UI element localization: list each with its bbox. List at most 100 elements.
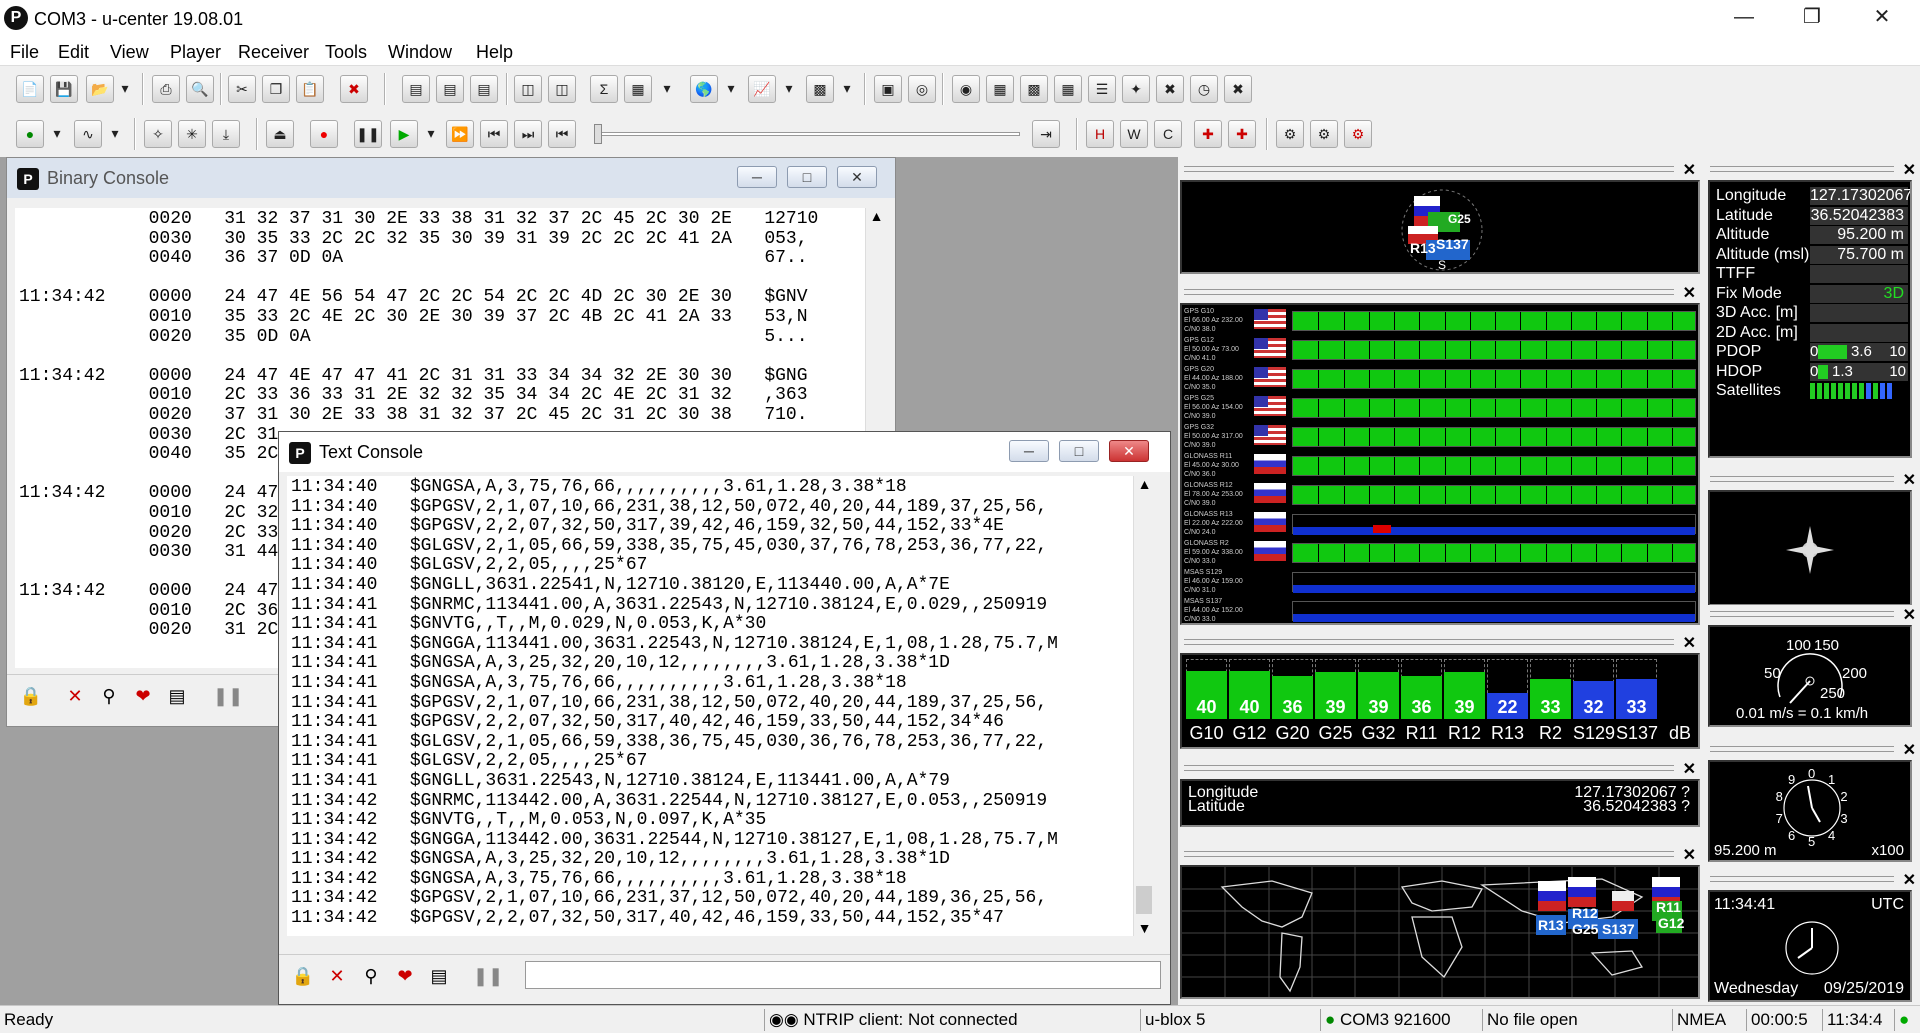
baudrate-dropdown-icon[interactable]: ▾	[106, 120, 124, 148]
fast-forward-icon[interactable]: ⏩	[446, 120, 474, 148]
copy-icon[interactable]: ❐	[262, 75, 290, 103]
settings-gear2-icon[interactable]: ⚙	[1310, 120, 1338, 148]
open-folder-icon[interactable]: 📂	[86, 75, 114, 103]
lock-icon[interactable]: 🔒	[17, 683, 45, 709]
settings-gear-icon[interactable]: ⚙	[1276, 120, 1304, 148]
position-close-icon[interactable]: ✕	[1683, 759, 1696, 779]
tile-icon[interactable]: ◫	[548, 75, 576, 103]
view-table-icon[interactable]: ☰	[1088, 75, 1116, 103]
step-back-icon[interactable]: ⏮	[480, 120, 508, 148]
world-map[interactable]: R13 G25 S137 R12 R11 G12	[1180, 865, 1700, 999]
table-icon[interactable]: ▦	[624, 75, 652, 103]
grid-remove-icon[interactable]: ✚	[1228, 120, 1256, 148]
world-map-close-icon[interactable]: ✕	[1683, 845, 1696, 865]
cascade-icon[interactable]: ◫	[514, 75, 542, 103]
sky-view[interactable]: R13 S137 G25 S	[1180, 180, 1700, 274]
open-dropdown-icon[interactable]: ▾	[116, 75, 134, 103]
table-dropdown-icon[interactable]: ▾	[658, 75, 676, 103]
status-port[interactable]: ● COM3 921600	[1320, 1009, 1480, 1031]
playback-slider-thumb[interactable]	[594, 124, 602, 144]
paste-icon[interactable]: 📋	[296, 75, 324, 103]
connection-icon[interactable]: ●	[16, 120, 44, 148]
view-sky-icon[interactable]: ◉	[952, 75, 980, 103]
text-filter-icon[interactable]: ⚲	[357, 963, 385, 989]
hot-start-icon[interactable]: H	[1086, 120, 1114, 148]
pause-icon[interactable]: ❚❚	[354, 120, 382, 148]
download-icon[interactable]: ⤓	[212, 120, 240, 148]
data-view-close-icon[interactable]: ✕	[1903, 160, 1916, 180]
speed-close-icon[interactable]: ✕	[1903, 605, 1916, 625]
text-console-input[interactable]	[525, 961, 1161, 989]
compass-close-icon[interactable]: ✕	[1903, 470, 1916, 490]
export-icon[interactable]: ▤	[402, 75, 430, 103]
heart-icon[interactable]: ❤	[129, 683, 157, 709]
clear-icon[interactable]: ✖	[340, 75, 368, 103]
signal-list-close-icon[interactable]: ✕	[1683, 283, 1696, 303]
warm-start-icon[interactable]: W	[1120, 120, 1148, 148]
map-icon[interactable]: 🌎	[690, 75, 718, 103]
text-maximize-button[interactable]: □	[1059, 440, 1099, 462]
signal-list[interactable]: GPS G10 El 66.00 Az 232.00 C/N0 38.0 GPS G1…	[1180, 303, 1700, 625]
view-world-icon[interactable]: ▦	[1054, 75, 1082, 103]
camera-icon[interactable]: ▣	[874, 75, 902, 103]
chart-icon[interactable]: 📈	[748, 75, 776, 103]
text-close-button[interactable]: ✕	[1109, 440, 1149, 462]
minimize-button[interactable]: —	[1714, 0, 1774, 36]
snr-close-icon[interactable]: ✕	[1683, 633, 1696, 653]
menu-file[interactable]: File	[10, 42, 39, 63]
map-dropdown-icon[interactable]: ▾	[722, 75, 740, 103]
menu-view[interactable]: View	[110, 42, 149, 63]
menu-help[interactable]: Help	[476, 42, 513, 63]
text-pause-icon[interactable]: ❚❚	[473, 963, 503, 989]
print-icon[interactable]: ⎙	[152, 75, 180, 103]
menu-window[interactable]: Window	[388, 42, 452, 63]
save-console-icon[interactable]: ▤	[163, 683, 191, 709]
new-file-icon[interactable]: 📄	[16, 75, 44, 103]
text-heart-icon[interactable]: ❤	[391, 963, 419, 989]
maximize-button[interactable]: ❐	[1782, 0, 1842, 36]
histogram-icon[interactable]: ▩	[806, 75, 834, 103]
text-console-output[interactable]: 11:34:40 $GNGSA,A,3,75,76,66,,,,,,,,,,3.…	[287, 476, 1133, 936]
text-clear-icon[interactable]: ✕	[323, 963, 351, 989]
record-icon[interactable]: ●	[310, 120, 338, 148]
filter-icon[interactable]: ⚲	[95, 683, 123, 709]
eject-icon[interactable]: ⏏	[266, 120, 294, 148]
print-preview-icon[interactable]: 🔍	[186, 75, 214, 103]
view-grid-icon[interactable]: ✖	[1224, 75, 1252, 103]
view-satellite-icon[interactable]: ✖	[1156, 75, 1184, 103]
cut-icon[interactable]: ✂	[228, 75, 256, 103]
clear-console-icon[interactable]: ✕	[61, 683, 89, 709]
view-compass-icon[interactable]: ✦	[1122, 75, 1150, 103]
sum-icon[interactable]: Σ	[590, 75, 618, 103]
binary-close-button[interactable]: ✕	[837, 166, 877, 188]
snr-chart[interactable]: 40 G10 40 G12 36 G20 39 G25 39 G32 36 R11 39 R12 22 R13…	[1180, 653, 1700, 749]
altimeter-close-icon[interactable]: ✕	[1903, 740, 1916, 760]
status-ntrip[interactable]: ◉◉ NTRIP client: Not connected	[764, 1009, 1104, 1031]
go-end-icon[interactable]: ⇥	[1032, 120, 1060, 148]
clock-close-icon[interactable]: ✕	[1903, 870, 1916, 890]
target-icon[interactable]: ◎	[908, 75, 936, 103]
text-scrollbar[interactable]: ▲ ▼	[1133, 476, 1155, 936]
binary-console-titlebar[interactable]: P Binary Console ─ □ ✕	[7, 158, 895, 198]
histogram-dropdown-icon[interactable]: ▾	[838, 75, 856, 103]
text-minimize-button[interactable]: ─	[1009, 440, 1049, 462]
grid-add-icon[interactable]: ✚	[1194, 120, 1222, 148]
chart-dropdown-icon[interactable]: ▾	[780, 75, 798, 103]
view-clock-icon[interactable]: ◷	[1190, 75, 1218, 103]
view-signal-icon[interactable]: ▩	[1020, 75, 1048, 103]
rewind-start-icon[interactable]: ⏮	[548, 120, 576, 148]
autobaud-icon[interactable]: ✧	[144, 120, 172, 148]
playback-slider[interactable]	[594, 132, 1020, 136]
text-lock-icon[interactable]: 🔒	[289, 963, 317, 989]
menu-tools[interactable]: Tools	[325, 42, 367, 63]
binary-maximize-button[interactable]: □	[787, 166, 827, 188]
close-button[interactable]: ✕	[1852, 0, 1912, 36]
pause-console-icon[interactable]: ❚❚	[213, 683, 243, 709]
text-save-icon[interactable]: ▤	[425, 963, 453, 989]
view-deviation-icon[interactable]: ▦	[986, 75, 1014, 103]
text-console-titlebar[interactable]: P Text Console ─ □ ✕	[279, 432, 1170, 472]
menu-receiver[interactable]: Receiver	[238, 42, 309, 63]
text-scrollbar-thumb[interactable]	[1136, 886, 1152, 914]
baudrate-icon[interactable]: ∿	[74, 120, 102, 148]
binary-minimize-button[interactable]: ─	[737, 166, 777, 188]
